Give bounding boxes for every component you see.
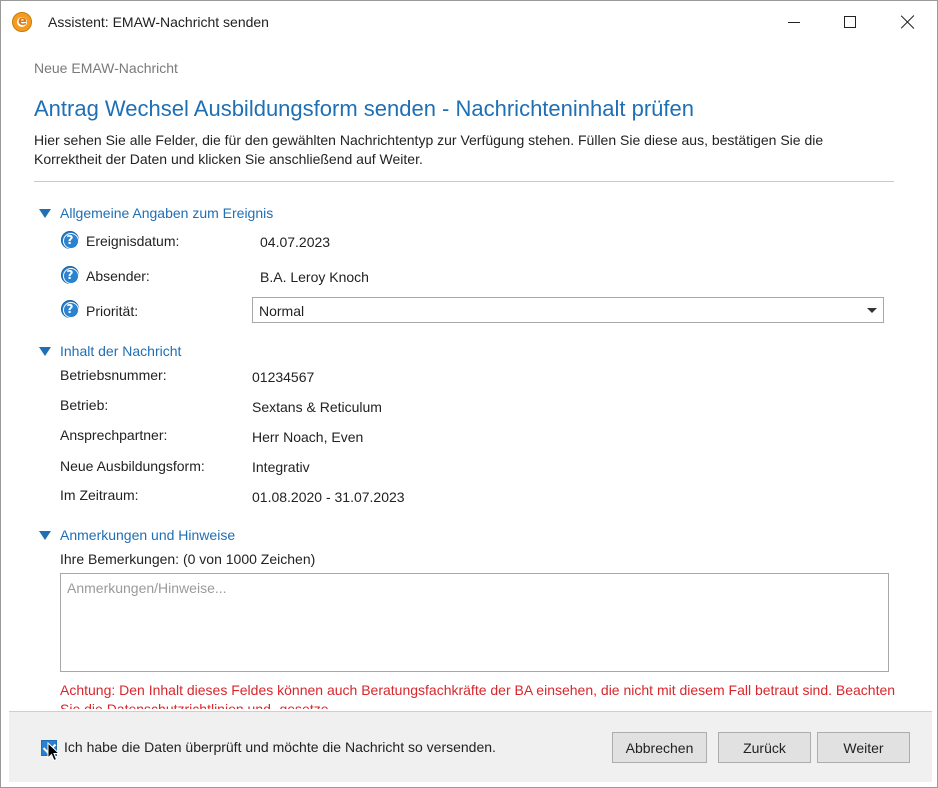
chevron-down-icon <box>867 308 877 313</box>
training-form-value: Integrativ <box>252 459 310 475</box>
page-title: Antrag Wechsel Ausbildungsform senden - … <box>34 96 694 121</box>
minimize-icon <box>788 21 800 23</box>
app-logo-icon: e <box>12 12 32 32</box>
next-button[interactable]: Weiter <box>817 732 910 763</box>
maximize-icon <box>844 16 856 28</box>
priority-select[interactable]: Normal <box>252 297 884 323</box>
company-number-value: 01234567 <box>252 369 315 385</box>
collapse-triangle-icon <box>39 208 51 218</box>
section-notes-title: Anmerkungen und Hinweise <box>60 527 236 543</box>
training-form-label: Neue Ausbildungsform: <box>60 458 205 474</box>
company-number-label: Betriebsnummer: <box>60 367 167 383</box>
divider <box>34 181 894 182</box>
dialog-window: e Assistent: EMAW-Nachricht senden Neue … <box>0 0 938 788</box>
remarks-textarea[interactable] <box>60 573 889 672</box>
help-icon[interactable]: ? <box>61 266 79 284</box>
contact-person-value: Herr Noach, Even <box>252 429 364 445</box>
close-button[interactable] <box>885 7 931 37</box>
event-date-label: Ereignisdatum: <box>86 233 180 249</box>
maximize-button[interactable] <box>827 7 873 37</box>
page-description: Hier sehen Sie alle Felder, die für den … <box>34 132 824 167</box>
help-icon[interactable]: ? <box>61 300 79 318</box>
title-bar: e Assistent: EMAW-Nachricht senden <box>1 1 937 43</box>
help-icon[interactable]: ? <box>61 231 79 249</box>
section-content-title: Inhalt der Nachricht <box>60 343 182 359</box>
section-content-header[interactable]: Inhalt der Nachricht <box>39 343 181 359</box>
privacy-warning: Achtung: Den Inhalt dieses Feldes können… <box>60 682 896 709</box>
collapse-triangle-icon <box>39 346 51 356</box>
close-icon <box>901 15 915 29</box>
collapse-triangle-icon <box>39 530 51 540</box>
back-button[interactable]: Zurück <box>718 732 811 763</box>
period-label: Im Zeitraum: <box>60 487 139 503</box>
confirm-label[interactable]: Ich habe die Daten überprüft und möchte … <box>64 739 496 755</box>
sender-label: Absender: <box>86 268 150 284</box>
company-label: Betrieb: <box>60 397 109 413</box>
period-value: 01.08.2020 - 31.07.2023 <box>252 489 405 505</box>
subheader: Neue EMAW-Nachricht <box>34 60 178 76</box>
priority-select-value: Normal <box>259 303 305 319</box>
window-title: Assistent: EMAW-Nachricht senden <box>48 14 269 30</box>
remarks-label: Ihre Bemerkungen: (0 von 1000 Zeichen) <box>60 551 316 567</box>
contact-person-label: Ansprechpartner: <box>60 427 168 443</box>
priority-label: Priorität: <box>86 303 139 319</box>
section-notes-header[interactable]: Anmerkungen und Hinweise <box>39 527 235 543</box>
minimize-button[interactable] <box>771 7 817 37</box>
cancel-button[interactable]: Abbrechen <box>612 732 707 763</box>
company-value: Sextans & Reticulum <box>252 399 382 415</box>
section-general-header[interactable]: Allgemeine Angaben zum Ereignis <box>39 205 273 221</box>
section-general-title: Allgemeine Angaben zum Ereignis <box>60 205 274 221</box>
event-date-value: 04.07.2023 <box>260 234 331 250</box>
sender-value: B.A. Leroy Knoch <box>260 269 369 285</box>
mouse-cursor-icon <box>47 742 61 762</box>
